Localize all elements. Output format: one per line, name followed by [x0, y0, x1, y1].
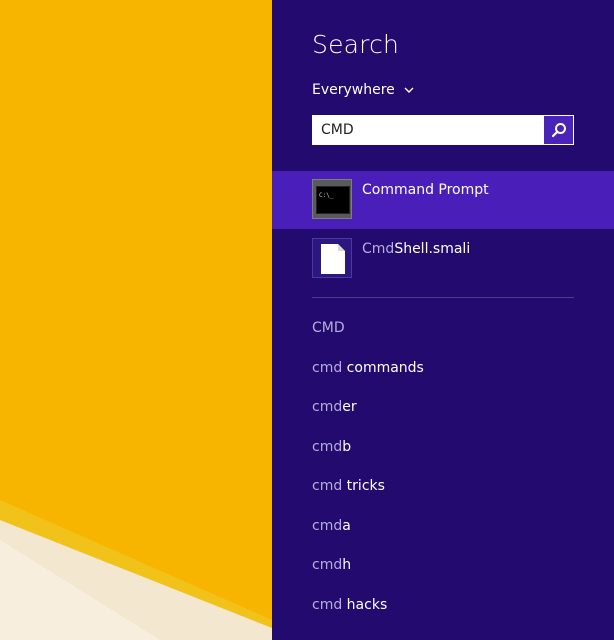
- file-icon: [312, 238, 352, 278]
- desktop-wallpaper: [0, 0, 272, 640]
- search-input[interactable]: [313, 116, 543, 144]
- search-result-command-prompt[interactable]: C:\_ Command Prompt: [272, 171, 614, 229]
- search-box: [312, 115, 574, 145]
- search-result-cmdshell-smali[interactable]: CmdShell.smali: [272, 230, 614, 288]
- chevron-down-icon: [404, 87, 414, 93]
- suggestion-item[interactable]: cmd commands: [312, 360, 424, 376]
- wallpaper-shapes: [0, 0, 272, 640]
- suggestion-item[interactable]: cmd tricks: [312, 478, 385, 494]
- search-title: Search: [312, 30, 400, 59]
- search-result-label: Command Prompt: [362, 182, 489, 198]
- suggestion-item[interactable]: cmda: [312, 518, 351, 534]
- suggestion-item[interactable]: CMD: [312, 320, 345, 336]
- search-icon: [551, 123, 566, 138]
- svg-text:C:\_: C:\_: [319, 192, 334, 199]
- command-prompt-icon: C:\_: [312, 179, 352, 219]
- search-charm-panel: Search Everywhere C:\_ Command Prompt: [272, 0, 614, 640]
- suggestion-item[interactable]: cmdb: [312, 439, 351, 455]
- search-result-label: CmdShell.smali: [362, 241, 471, 257]
- suggestion-item[interactable]: cmd hacks: [312, 597, 387, 613]
- suggestion-item[interactable]: cmdh: [312, 557, 351, 573]
- results-divider: [312, 297, 574, 298]
- search-scope-dropdown[interactable]: Everywhere: [312, 82, 415, 98]
- search-button[interactable]: [544, 116, 573, 144]
- suggestion-item[interactable]: cmder: [312, 399, 357, 415]
- search-scope-label: Everywhere: [312, 82, 395, 98]
